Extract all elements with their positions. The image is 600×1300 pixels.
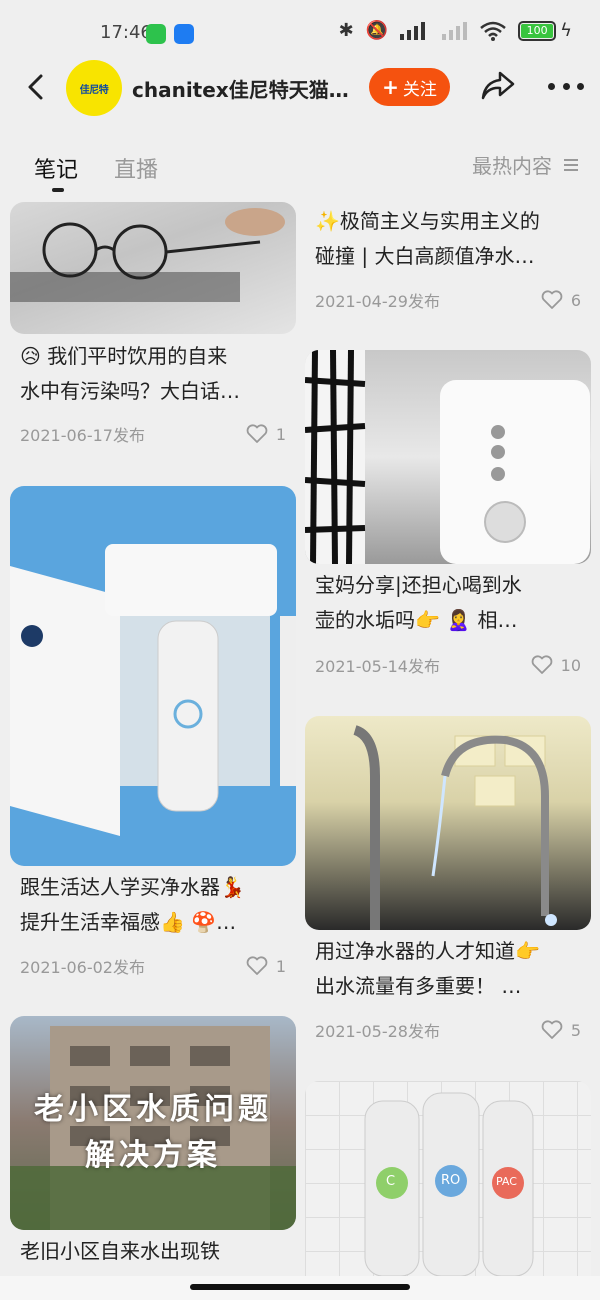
post-date: 2021-05-28发布 [315, 1022, 440, 1041]
like-count: 1 [275, 424, 286, 444]
heart-icon [246, 956, 268, 975]
like-count: 1 [275, 956, 286, 976]
post-card[interactable]: 😥 我们平时饮用的自来 水中有污染吗？大白话… 2021-06-17发布 1 [10, 202, 296, 470]
post-title[interactable]: ✨极简主义与实用主义的 碰撞 | 大白高颜值净水… [315, 204, 581, 274]
post-title[interactable]: 宝妈分享|还担心喝到水 壶的水垢吗👉 🙎‍♀️ 相… [315, 568, 581, 638]
post-image[interactable] [305, 350, 591, 564]
follow-label: 关注 [402, 79, 437, 100]
charging-icon: ϟ [560, 20, 572, 41]
post-card[interactable]: 跟生活达人学买净水器💃 提升生活幸福感👍 🍄… 2021-06-02发布 1 [10, 486, 296, 986]
app-icon [174, 24, 194, 44]
filter-label-pac: PAC [496, 1175, 517, 1188]
more-icon[interactable] [548, 74, 584, 98]
back-icon[interactable] [24, 73, 48, 101]
like-button[interactable]: 5 [541, 1020, 581, 1040]
follow-button[interactable]: + 关注 [369, 68, 450, 106]
post-title[interactable]: 😥 我们平时饮用的自来 水中有污染吗？大白话… [20, 339, 286, 409]
content-tabs: 笔记 直播 最热内容 [0, 150, 600, 194]
like-count: 10 [560, 655, 581, 675]
glasses-image [10, 208, 285, 302]
mute-icon: 🔕 [365, 20, 389, 41]
post-meta: 2021-06-17发布 1 [20, 422, 286, 446]
sort-dropdown[interactable]: 最热内容 [472, 150, 578, 179]
post-image[interactable] [10, 486, 296, 866]
post-image[interactable] [305, 716, 591, 930]
post-date: 2021-06-17发布 [20, 426, 145, 445]
shop-header: 佳尼特 chanitex佳尼特天猫… + 关注 [0, 58, 600, 118]
post-title[interactable]: 老旧小区自来水出现铁 [20, 1234, 286, 1269]
like-count: 5 [570, 1020, 581, 1040]
like-button[interactable]: 10 [531, 655, 581, 675]
shop-avatar[interactable]: 佳尼特 [66, 60, 122, 116]
image-overlay-subtitle: 解决方案 [85, 1138, 221, 1173]
purifier-product-image [10, 544, 296, 836]
tab-live[interactable]: 直播 [114, 152, 158, 184]
like-button[interactable]: 6 [541, 290, 581, 310]
signal-2-icon [442, 21, 468, 40]
post-card[interactable]: C RO PAC [305, 1081, 591, 1276]
heart-icon [531, 655, 552, 674]
post-meta: 2021-05-28发布 5 [315, 1018, 581, 1042]
notes-feed: 😥 我们平时饮用的自来 水中有污染吗？大白话… 2021-06-17发布 1 ✨… [0, 202, 600, 1276]
post-image[interactable]: 老小区水质问题 解决方案 [10, 1016, 296, 1230]
like-count: 6 [570, 290, 581, 310]
filter-label-c: C [386, 1174, 396, 1189]
signal-icon [400, 21, 426, 40]
heart-icon [541, 1020, 563, 1039]
filter-label-ro: RO [441, 1173, 461, 1188]
active-tab-indicator [52, 188, 64, 192]
home-indicator[interactable] [190, 1284, 410, 1290]
post-image[interactable] [10, 202, 296, 334]
post-image[interactable]: C RO PAC [305, 1081, 591, 1276]
avatar-logo-text: 佳尼特 [79, 84, 109, 96]
post-date: 2021-05-14发布 [315, 657, 440, 676]
sort-label: 最热内容 [472, 154, 552, 178]
post-card[interactable]: 用过净水器的人才知道👉 出水流量有多重要！ … 2021-05-28发布 5 [305, 716, 591, 1056]
share-icon[interactable] [480, 70, 516, 102]
image-overlay-title: 老小区水质问题 [34, 1092, 272, 1127]
post-meta: 2021-04-29发布 6 [315, 288, 581, 312]
purifier-close-up-image [305, 350, 590, 564]
post-title[interactable]: 跟生活达人学买净水器💃 提升生活幸福感👍 🍄… [20, 870, 286, 940]
post-card[interactable]: 宝妈分享|还担心喝到水 壶的水垢吗👉 🙎‍♀️ 相… 2021-05-14发布 … [305, 350, 591, 690]
status-time: 17:46 [100, 22, 152, 43]
post-title[interactable]: 用过净水器的人才知道👉 出水流量有多重要！ … [315, 934, 581, 1004]
tab-notes[interactable]: 笔记 [34, 152, 78, 184]
shop-name[interactable]: chanitex佳尼特天猫… [132, 74, 356, 103]
like-button[interactable]: 1 [246, 956, 286, 976]
plus-icon: + [382, 75, 399, 99]
faucet-image [353, 725, 557, 930]
post-card[interactable]: ✨极简主义与实用主义的 碰撞 | 大白高颜值净水… 2021-04-29发布 6 [305, 202, 591, 322]
menu-icon [564, 158, 578, 171]
like-button[interactable]: 1 [246, 424, 286, 444]
post-meta: 2021-05-14发布 10 [315, 653, 581, 677]
battery-level: 100 [521, 23, 554, 38]
post-date: 2021-04-29发布 [315, 292, 440, 311]
bluetooth-icon: ✱ [338, 20, 354, 41]
heart-icon [541, 290, 563, 309]
post-date: 2021-06-02发布 [20, 958, 145, 977]
wechat-icon [146, 24, 166, 44]
status-bar: 17:46 ✱ 🔕 100 ϟ [0, 0, 600, 62]
post-meta: 2021-06-02发布 1 [20, 954, 286, 978]
wifi-icon [480, 21, 506, 41]
battery-icon: 100 ϟ [518, 20, 572, 41]
heart-icon [246, 424, 268, 443]
post-card[interactable]: 老小区水质问题 解决方案 老旧小区自来水出现铁 [10, 1016, 296, 1276]
